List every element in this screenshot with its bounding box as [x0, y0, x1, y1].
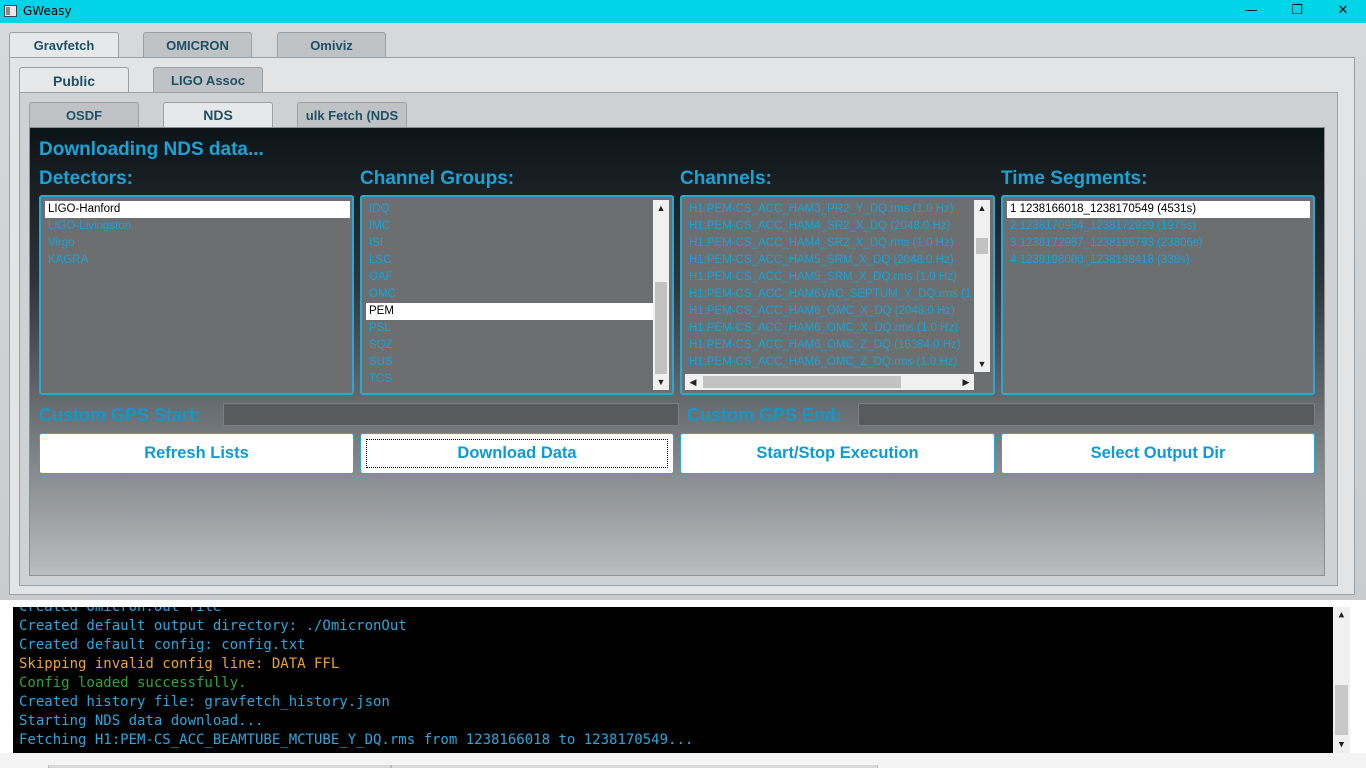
maximize-button[interactable]: ❐ — [1274, 0, 1320, 23]
time-segments-label: Time Segments: — [1001, 168, 1148, 189]
tab-ligo-assoc[interactable]: LIGO Assoc — [153, 67, 263, 93]
list-item[interactable]: H1:PEM-CS_ACC_HAM6_OMC_Z_DQ (16384.0 Hz) — [686, 337, 971, 354]
scroll-thumb[interactable] — [976, 238, 988, 254]
log-line: Created default config: config.txt — [19, 637, 306, 653]
window-title: GWeasy — [23, 4, 72, 18]
list-item[interactable]: H1:PEM-CS_ACC_HAM6_OMC_X_DQ (2048.0 Hz) — [686, 303, 971, 320]
scroll-up-icon[interactable]: ▲ — [1333, 607, 1350, 623]
channels-hscrollbar[interactable]: ◀ ▶ — [685, 374, 974, 390]
tab-gravfetch[interactable]: Gravfetch — [9, 32, 119, 58]
title-bar: GWeasy — ❐ ✕ — [0, 0, 1366, 23]
bottom-strip — [0, 753, 1366, 768]
scroll-thumb[interactable] — [703, 376, 901, 388]
download-data-label: Download Data — [366, 439, 668, 468]
scroll-up-icon[interactable]: ▲ — [974, 200, 990, 216]
scroll-down-icon[interactable]: ▼ — [974, 356, 990, 372]
log-line: Created history file: gravfetch_history.… — [19, 694, 390, 710]
tab-bulk-fetch-nds[interactable]: ulk Fetch (NDS — [297, 102, 407, 127]
list-item[interactable]: H1:PEM-CS_ACC_HAM6_OMC_X_DQ.rms (1.0 Hz) — [686, 320, 971, 337]
list-item[interactable]: OMC — [366, 286, 654, 303]
list-item[interactable]: H1:PEM-CS_ACC_HAM5_SRM_X_DQ.rms (1.0 Hz) — [686, 269, 971, 286]
channel-groups-label: Channel Groups: — [360, 168, 515, 189]
list-item[interactable]: H1:PEM-CS_ACC_HAM4_SR2_X_DQ (2048.0 Hz) — [686, 218, 971, 235]
custom-gps-start-label: Custom GPS Start: — [39, 405, 202, 425]
list-item[interactable]: SUS — [366, 354, 654, 371]
scroll-thumb[interactable] — [655, 282, 667, 374]
tab-omiviz[interactable]: Omiviz — [277, 32, 386, 58]
scroll-up-icon[interactable]: ▲ — [653, 200, 669, 216]
tab-public[interactable]: Public — [19, 67, 129, 93]
channel-groups-scrollbar[interactable]: ▲ ▼ — [653, 200, 669, 390]
select-output-dir-button[interactable]: Select Output Dir — [1001, 433, 1315, 474]
list-item[interactable]: SQZ — [366, 337, 654, 354]
time-segments-list[interactable]: 1 1238166018_1238170549 (4531s) 2 123817… — [1001, 195, 1315, 395]
list-item[interactable]: LIGO-Livingston — [45, 218, 350, 235]
log-console[interactable]: Created Omicron.out file Created default… — [13, 607, 1350, 753]
custom-gps-end-label: Custom GPS End: — [687, 405, 843, 425]
log-line: Created Omicron.out file — [19, 607, 222, 615]
log-line: Created default output directory: ./Omic… — [19, 618, 407, 634]
custom-gps-start-input[interactable] — [223, 403, 679, 426]
list-item[interactable]: H1:PEM-CS_ACC_HAM4_SR2_X_DQ.rms (1.0 Hz) — [686, 235, 971, 252]
app-icon — [4, 5, 17, 17]
tab-osdf[interactable]: OSDF — [29, 102, 139, 127]
list-item[interactable]: KAGRA — [45, 252, 350, 269]
list-item[interactable]: H1:PEM-CS_ACC_HAM6VAC_SEPTUM_Y_DQ.rms (1… — [686, 286, 971, 303]
channels-list[interactable]: H1:PEM-CS_ACC_HAM3_PR2_Y_DQ.rms (1.0 Hz)… — [680, 195, 995, 395]
scroll-down-icon[interactable]: ▼ — [653, 374, 669, 390]
log-line: Config loaded successfully. — [19, 675, 247, 691]
start-stop-execution-button[interactable]: Start/Stop Execution — [680, 433, 995, 474]
scroll-thumb[interactable] — [1335, 685, 1348, 735]
minimize-button[interactable]: — — [1228, 0, 1274, 23]
detectors-list[interactable]: LIGO-Hanford LIGO-Livingston Virgo KAGRA — [39, 195, 354, 395]
list-item[interactable]: IDQ — [366, 201, 654, 218]
list-item[interactable]: TCS — [366, 371, 654, 388]
scroll-right-icon[interactable]: ▶ — [958, 374, 974, 390]
list-item[interactable]: PEM — [366, 303, 654, 320]
refresh-lists-button[interactable]: Refresh Lists — [39, 433, 354, 474]
list-item[interactable]: ISI — [366, 235, 654, 252]
custom-gps-end-input[interactable] — [858, 403, 1315, 426]
log-line: Starting NDS data download... — [19, 713, 264, 729]
channels-label: Channels: — [680, 168, 772, 189]
log-line: Fetching H1:PEM-CS_ACC_BEAMTUBE_MCTUBE_Y… — [19, 732, 694, 748]
close-button[interactable]: ✕ — [1320, 0, 1366, 23]
list-item[interactable]: LSC — [366, 252, 654, 269]
panel-title: Downloading NDS data... — [39, 139, 264, 160]
console-scrollbar[interactable]: ▲ ▼ — [1333, 607, 1350, 753]
detectors-label: Detectors: — [39, 168, 133, 189]
tab-omicron[interactable]: OMICRON — [143, 32, 252, 58]
scroll-left-icon[interactable]: ◀ — [685, 374, 701, 390]
list-item[interactable]: H1:PEM-CS_ACC_HAM3_PR2_Y_DQ.rms (1.0 Hz) — [686, 201, 971, 218]
list-item[interactable]: Virgo — [45, 235, 350, 252]
list-item[interactable]: PSL — [366, 320, 654, 337]
list-item[interactable]: OAF — [366, 269, 654, 286]
list-item[interactable]: H1:PEM-CS_ACC_HAM5_SRM_X_DQ (2048.0 Hz) — [686, 252, 971, 269]
scroll-down-icon[interactable]: ▼ — [1333, 737, 1350, 753]
channel-groups-list[interactable]: IDQ IMC ISI LSC OAF OMC PEM PSL SQZ SUS … — [360, 195, 674, 395]
log-line: Skipping invalid config line: DATA FFL — [19, 656, 340, 672]
list-item[interactable]: 3 1238172987_1238196793 (23806s) — [1007, 235, 1310, 252]
list-item[interactable]: 2 1238170954_1238172929 (1975s) — [1007, 218, 1310, 235]
tab-nds[interactable]: NDS — [163, 102, 273, 127]
download-data-button[interactable]: Download Data — [360, 433, 674, 474]
channels-vscrollbar[interactable]: ▲ ▼ — [974, 200, 990, 372]
list-item[interactable]: 4 1238198080_1238198418 (338s) — [1007, 252, 1310, 269]
list-item[interactable]: IMC — [366, 218, 654, 235]
list-item[interactable]: LIGO-Hanford — [45, 201, 350, 218]
list-item[interactable]: 1 1238166018_1238170549 (4531s) — [1007, 201, 1310, 218]
list-item[interactable]: H1:PEM-CS_ACC_HAM6_OMC_Z_DQ.rms (1.0 Hz) — [686, 354, 971, 371]
